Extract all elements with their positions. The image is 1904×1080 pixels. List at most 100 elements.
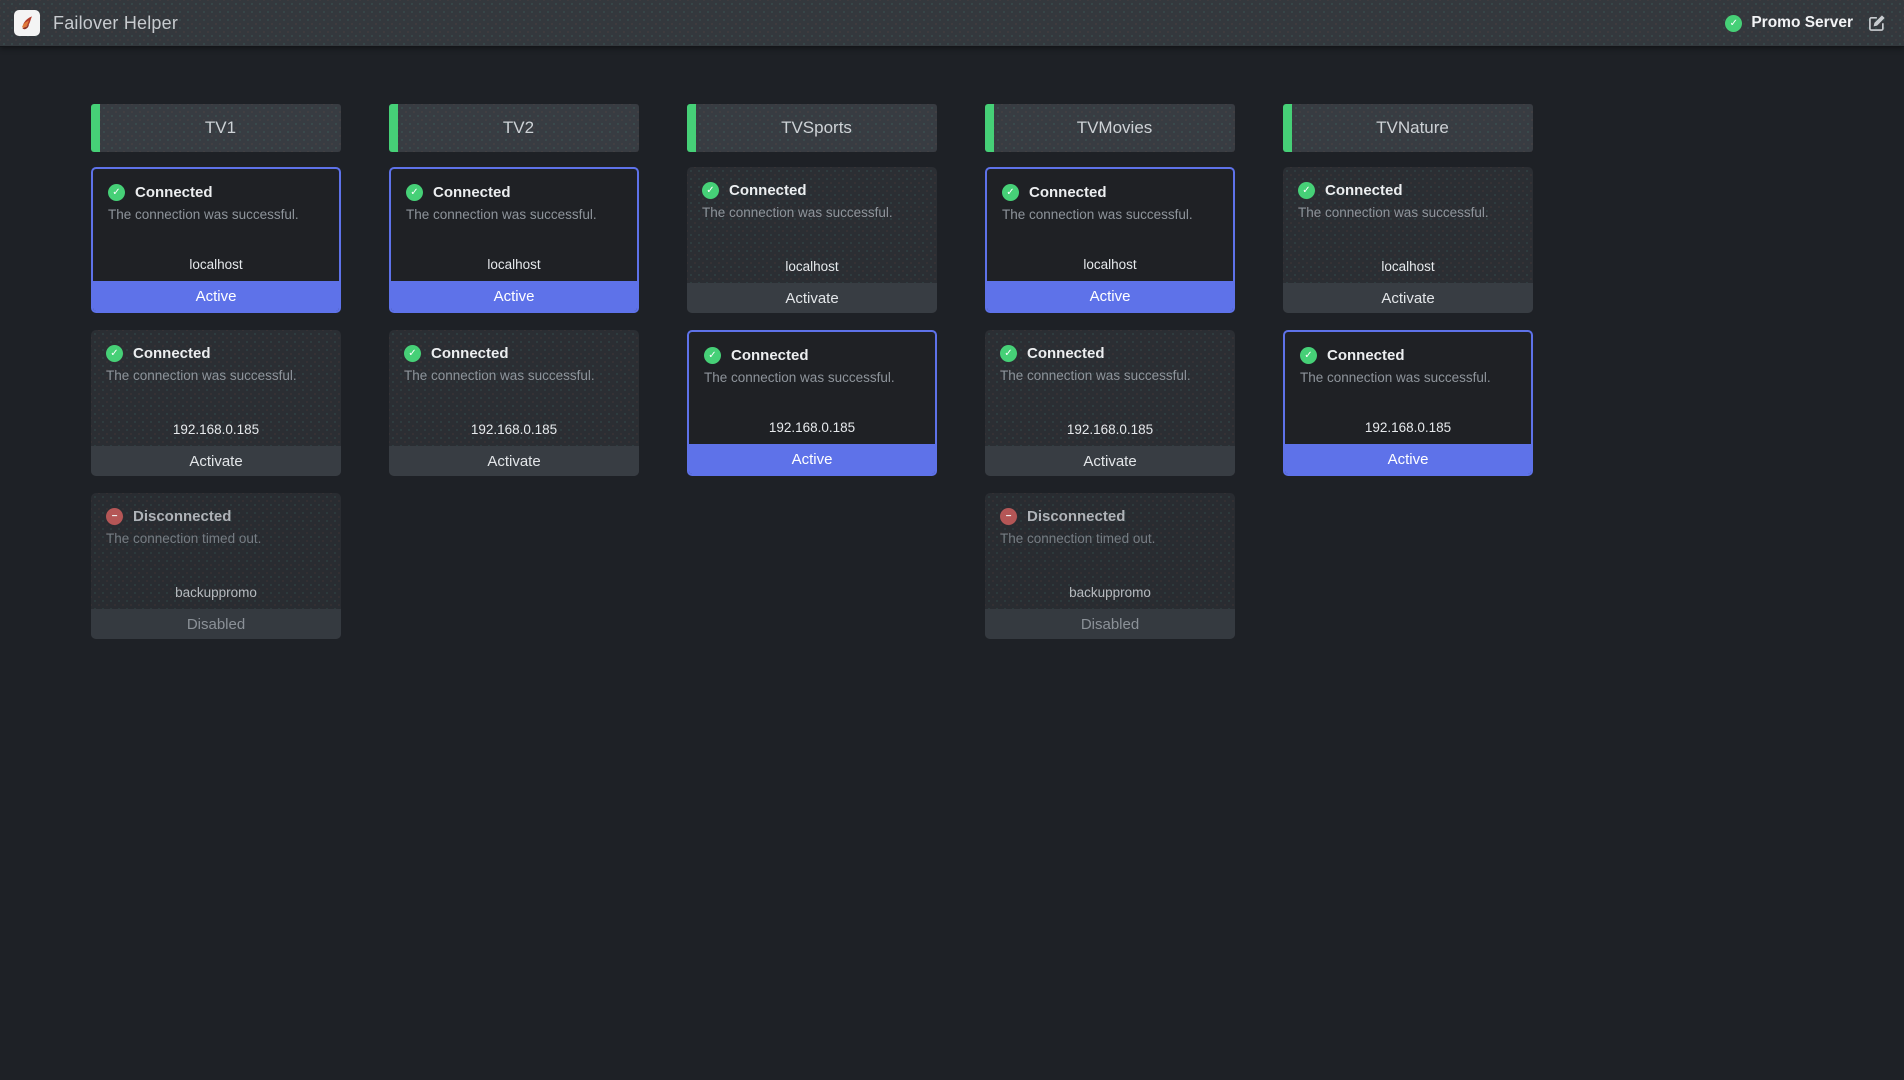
check-circle-icon: ✓ <box>704 347 721 364</box>
host-name: 192.168.0.185 <box>1000 422 1220 437</box>
status-row: ✓ Connected <box>406 184 622 201</box>
channel-title: TV1 <box>205 118 236 138</box>
status-message: The connection was successful. <box>702 205 922 220</box>
host-name: 192.168.0.185 <box>704 420 920 435</box>
action-button[interactable]: Activate <box>91 446 341 476</box>
status-row: ✓ Connected <box>1298 182 1518 199</box>
status-row: ✓ Connected <box>404 345 624 362</box>
card-list: ✓ Connected The connection was successfu… <box>985 167 1235 639</box>
card-list: ✓ Connected The connection was successfu… <box>687 167 937 476</box>
status-row: − Disconnected <box>106 508 326 525</box>
card-body: − Disconnected The connection timed out.… <box>91 493 341 609</box>
status-message: The connection timed out. <box>106 531 326 546</box>
host-name: localhost <box>108 257 324 272</box>
card-list: ✓ Connected The connection was successfu… <box>91 167 341 639</box>
check-circle-icon: ✓ <box>1000 345 1017 362</box>
connection-card: ✓ Connected The connection was successfu… <box>687 167 937 313</box>
card-list: ✓ Connected The connection was successfu… <box>1283 167 1533 476</box>
status-label: Connected <box>731 347 809 364</box>
connection-card: ✓ Connected The connection was successfu… <box>985 330 1235 476</box>
channel-columns: TV1 ✓ Connected The connection was succe… <box>91 104 1904 639</box>
card-body: − Disconnected The connection timed out.… <box>985 493 1235 609</box>
action-button[interactable]: Activate <box>1283 283 1533 313</box>
action-button[interactable]: Active <box>391 281 637 311</box>
connection-card: ✓ Connected The connection was successfu… <box>687 330 937 476</box>
minus-circle-icon: − <box>106 508 123 525</box>
server-status: ✓ Promo Server <box>1725 14 1886 32</box>
status-label: Connected <box>433 184 511 201</box>
action-button[interactable]: Active <box>689 444 935 474</box>
channel-title: TVNature <box>1376 118 1449 138</box>
card-body: ✓ Connected The connection was successfu… <box>1285 332 1531 444</box>
channel-header: TVMovies <box>985 104 1235 152</box>
action-button[interactable]: Activate <box>389 446 639 476</box>
channel-column-tv1: TV1 ✓ Connected The connection was succe… <box>91 104 341 639</box>
connection-card: ✓ Connected The connection was successfu… <box>91 330 341 476</box>
check-circle-icon: ✓ <box>1300 347 1317 364</box>
card-body: ✓ Connected The connection was successfu… <box>93 169 339 281</box>
host-name: localhost <box>406 257 622 272</box>
channel-column-tvmovies: TVMovies ✓ Connected The connection was … <box>985 104 1235 639</box>
action-button: Disabled <box>91 609 341 639</box>
card-list: ✓ Connected The connection was successfu… <box>389 167 639 476</box>
card-body: ✓ Connected The connection was successfu… <box>91 330 341 446</box>
app-logo-icon <box>14 10 40 36</box>
app-header: Failover Helper ✓ Promo Server <box>0 0 1904 47</box>
status-row: ✓ Connected <box>108 184 324 201</box>
check-circle-icon: ✓ <box>702 182 719 199</box>
status-label: Connected <box>133 345 211 362</box>
status-message: The connection was successful. <box>106 368 326 383</box>
check-circle-icon: ✓ <box>406 184 423 201</box>
status-message: The connection was successful. <box>404 368 624 383</box>
connection-card: ✓ Connected The connection was successfu… <box>389 167 639 313</box>
check-circle-icon: ✓ <box>108 184 125 201</box>
status-row: ✓ Connected <box>1300 347 1516 364</box>
minus-circle-icon: − <box>1000 508 1017 525</box>
status-label: Connected <box>1029 184 1107 201</box>
status-label: Connected <box>431 345 509 362</box>
status-message: The connection timed out. <box>1000 531 1220 546</box>
main-content: TV1 ✓ Connected The connection was succe… <box>0 47 1904 639</box>
status-row: ✓ Connected <box>1002 184 1218 201</box>
check-circle-icon: ✓ <box>106 345 123 362</box>
channel-column-tv2: TV2 ✓ Connected The connection was succe… <box>389 104 639 639</box>
channel-column-tvsports: TVSports ✓ Connected The connection was … <box>687 104 937 639</box>
status-message: The connection was successful. <box>1000 368 1220 383</box>
status-message: The connection was successful. <box>1298 205 1518 220</box>
action-button[interactable]: Active <box>987 281 1233 311</box>
host-name: 192.168.0.185 <box>106 422 326 437</box>
edit-server-icon[interactable] <box>1868 14 1886 32</box>
status-row: − Disconnected <box>1000 508 1220 525</box>
action-button[interactable]: Active <box>93 281 339 311</box>
host-name: localhost <box>702 259 922 274</box>
action-button[interactable]: Activate <box>687 283 937 313</box>
action-button[interactable]: Active <box>1285 444 1531 474</box>
status-label: Disconnected <box>1027 508 1125 525</box>
channel-title: TV2 <box>503 118 534 138</box>
card-body: ✓ Connected The connection was successfu… <box>1283 167 1533 283</box>
status-label: Connected <box>729 182 807 199</box>
status-label: Connected <box>135 184 213 201</box>
connection-card: ✓ Connected The connection was successfu… <box>1283 167 1533 313</box>
check-circle-icon: ✓ <box>1725 15 1742 32</box>
channel-header: TVNature <box>1283 104 1533 152</box>
action-button[interactable]: Activate <box>985 446 1235 476</box>
connection-card: ✓ Connected The connection was successfu… <box>1283 330 1533 476</box>
card-body: ✓ Connected The connection was successfu… <box>389 330 639 446</box>
channel-header: TVSports <box>687 104 937 152</box>
host-name: localhost <box>1298 259 1518 274</box>
channel-header: TV2 <box>389 104 639 152</box>
check-circle-icon: ✓ <box>1002 184 1019 201</box>
host-name: 192.168.0.185 <box>1300 420 1516 435</box>
action-button: Disabled <box>985 609 1235 639</box>
status-message: The connection was successful. <box>108 207 324 222</box>
card-body: ✓ Connected The connection was successfu… <box>987 169 1233 281</box>
check-circle-icon: ✓ <box>404 345 421 362</box>
connection-card: ✓ Connected The connection was successfu… <box>985 167 1235 313</box>
status-row: ✓ Connected <box>704 347 920 364</box>
channel-title: TVMovies <box>1077 118 1153 138</box>
status-row: ✓ Connected <box>702 182 922 199</box>
card-body: ✓ Connected The connection was successfu… <box>689 332 935 444</box>
status-label: Connected <box>1325 182 1403 199</box>
connection-card: ✓ Connected The connection was successfu… <box>91 167 341 313</box>
